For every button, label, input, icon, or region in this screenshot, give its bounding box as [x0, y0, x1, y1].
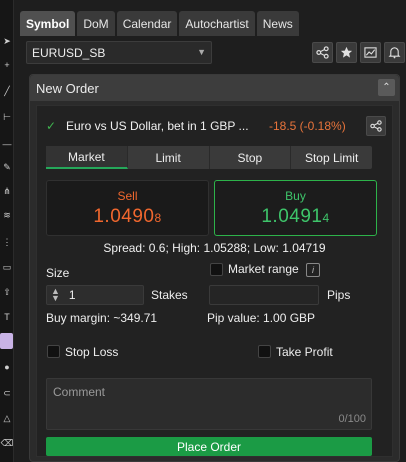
spread-stats: Spread: 0.6; High: 1.05288; Low: 1.04719 — [103, 241, 326, 255]
stop-loss-checkbox[interactable] — [47, 345, 60, 358]
comment-field[interactable]: Comment 0/100 — [46, 378, 372, 430]
symbol-row: EURUSD_SB ▼ — [26, 41, 406, 65]
channel-icon[interactable]: ≋ — [2, 210, 12, 220]
symbol-panel: Symbol DoM Calendar Autochartist News EU… — [18, 0, 406, 462]
symbol-select[interactable]: EURUSD_SB ▼ — [26, 41, 212, 64]
market-range-checkbox[interactable] — [210, 263, 223, 276]
chevron-up-icon: ⌃ — [382, 82, 391, 93]
comment-placeholder: Comment — [53, 385, 106, 399]
tab-calendar[interactable]: Calendar — [116, 11, 178, 36]
sell-button[interactable]: Sell 1.04908 — [46, 180, 209, 236]
alert-button[interactable] — [384, 42, 405, 63]
chevron-down-icon: ▼ — [197, 47, 206, 57]
tab-news[interactable]: News — [256, 11, 299, 36]
cursor-icon[interactable]: ➤ — [2, 36, 12, 46]
share-icon — [370, 120, 382, 132]
tab-bar: Symbol DoM Calendar Autochartist News — [20, 11, 299, 36]
size-label: Size — [46, 266, 70, 280]
panel-title: New Order — [36, 80, 99, 96]
check-icon: ✓ — [46, 119, 57, 133]
buy-price-main: 1.0491 — [261, 205, 323, 227]
size-unit: Stakes — [151, 288, 188, 302]
instrument-share-button[interactable] — [366, 116, 386, 136]
star-icon — [340, 46, 353, 58]
tab-market[interactable]: Market — [46, 146, 128, 169]
instrument-name: Euro vs US Dollar, bet in 1 GBP ... — [66, 119, 249, 133]
share-icon — [316, 46, 329, 59]
crosshair-icon[interactable]: + — [2, 60, 12, 70]
take-profit-checkbox[interactable] — [258, 345, 271, 358]
market-range-label: Market range — [228, 262, 299, 276]
buy-price: 1.04914 — [261, 206, 329, 228]
share-button[interactable] — [312, 42, 333, 63]
pitchfork-icon[interactable]: ⋔ — [2, 186, 12, 196]
text-icon[interactable]: T — [2, 312, 12, 322]
buy-price-pipette: 4 — [322, 210, 330, 225]
tab-dom[interactable]: DoM — [77, 11, 115, 36]
lock-icon[interactable]: △ — [2, 413, 12, 423]
chart-button[interactable] — [360, 42, 381, 63]
stepper-arrows-icon[interactable]: ▲ ▼ — [51, 287, 60, 303]
instrument-row: ✓ Euro vs US Dollar, bet in 1 GBP ... -1… — [46, 116, 388, 136]
pip-value: Pip value: 1.00 GBP — [207, 311, 316, 325]
magnet-icon[interactable]: ⊂ — [2, 388, 12, 398]
ray-icon[interactable]: ⊢ — [2, 112, 12, 122]
stop-loss-label: Stop Loss — [65, 345, 119, 359]
dot-icon[interactable]: ● — [2, 362, 12, 372]
comment-counter: 0/100 — [338, 413, 366, 425]
pencil-icon[interactable]: ✎ — [2, 162, 12, 172]
buy-button[interactable]: Buy 1.04914 — [214, 180, 377, 236]
buy-margin: Buy margin: ~349.71 — [46, 311, 158, 325]
size-value: 1 — [68, 288, 76, 302]
tab-stop-limit[interactable]: Stop Limit — [291, 146, 372, 169]
tab-limit[interactable]: Limit — [128, 146, 210, 169]
sell-price-main: 1.0490 — [93, 205, 155, 227]
pips-unit: Pips — [327, 288, 351, 302]
buy-label: Buy — [285, 188, 306, 203]
place-order-button[interactable]: Place Order — [46, 437, 372, 456]
panel-header: New Order ⌃ — [30, 75, 399, 101]
drawing-tools-strip: ➤ + ╱ ⊢ — ✎ ⋔ ≋ ⋮ ▭ ⇧ T ● ⊂ △ ⌫ — [0, 0, 14, 462]
order-type-tabs: Market Limit Stop Stop Limit — [46, 146, 372, 169]
instrument-change: -18.5 (-0.18%) — [269, 119, 346, 133]
new-order-panel: New Order ⌃ ✓ Euro vs US Dollar, bet in … — [29, 74, 400, 462]
order-form: ✓ Euro vs US Dollar, bet in 1 GBP ... -1… — [36, 105, 393, 457]
sell-price: 1.04908 — [93, 206, 161, 228]
rectangle-icon[interactable]: ▭ — [2, 262, 12, 272]
trash-icon[interactable]: ⌫ — [1, 438, 14, 448]
favorite-button[interactable] — [336, 42, 357, 63]
highlighted-tool-icon[interactable] — [0, 333, 13, 349]
info-icon[interactable]: i — [306, 263, 320, 277]
bell-icon — [388, 47, 401, 59]
fibonacci-icon[interactable]: ⋮ — [2, 237, 12, 247]
market-range-input[interactable] — [209, 285, 319, 305]
tab-stop[interactable]: Stop — [210, 146, 292, 169]
size-stepper[interactable]: ▲ ▼ 1 — [46, 285, 144, 305]
trend-line-icon[interactable]: ╱ — [2, 86, 12, 96]
tab-autochartist[interactable]: Autochartist — [179, 11, 255, 36]
arrow-up-icon[interactable]: ⇧ — [2, 287, 12, 297]
take-profit-label: Take Profit — [276, 345, 333, 359]
chart-icon — [364, 47, 377, 58]
collapse-button[interactable]: ⌃ — [378, 79, 395, 96]
symbol-select-value: EURUSD_SB — [32, 45, 106, 60]
horizontal-line-icon[interactable]: — — [2, 139, 12, 149]
sell-label: Sell — [117, 188, 138, 203]
sell-price-pipette: 8 — [154, 210, 162, 225]
tab-symbol[interactable]: Symbol — [20, 11, 76, 36]
